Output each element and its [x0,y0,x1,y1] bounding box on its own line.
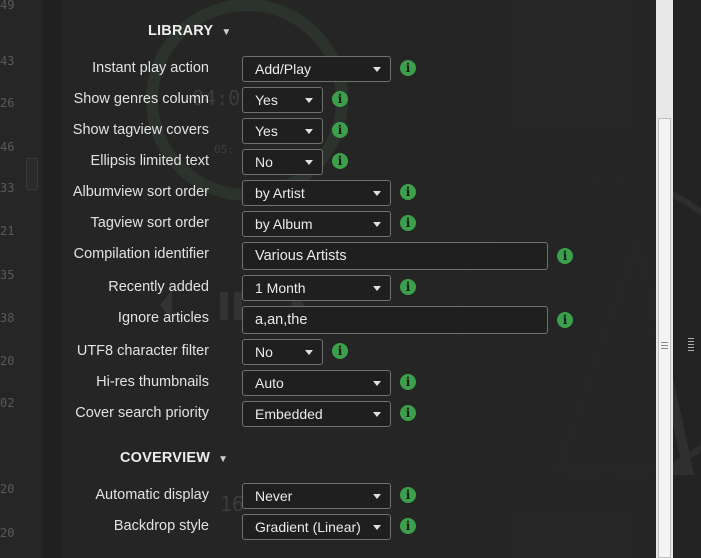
chevron-down-icon [373,222,381,227]
setting-label: Tagview sort order [90,215,209,231]
chevron-down-icon [373,412,381,417]
hi-res-thumbnails-select[interactable]: Auto [242,370,391,396]
setting-label: Albumview sort order [72,184,209,200]
info-icon[interactable]: i [557,248,573,264]
chevron-down-icon [373,286,381,291]
select-value: 1 Month [255,280,306,296]
backdrop-style-select[interactable]: Gradient (Linear) [242,514,391,540]
section-library-title: LIBRARY [148,23,214,39]
setting-label: Backdrop style [113,518,209,534]
automatic-display-select[interactable]: Never [242,483,391,509]
setting-label: Instant play action [92,60,209,76]
info-icon[interactable]: i [332,122,348,138]
ghost-number: 16 [220,492,245,516]
section-coverview-title: COVERVIEW [120,450,211,466]
select-value: by Album [255,216,313,232]
instant-play-action-select[interactable]: Add/Play [242,56,391,82]
info-icon[interactable]: i [400,184,416,200]
show-tagview-covers-select[interactable]: Yes [242,118,323,144]
select-value: Embedded [255,406,323,422]
info-icon[interactable]: i [400,60,416,76]
info-icon[interactable]: i [400,518,416,534]
scrollbar-grip-icon [661,342,668,351]
select-value: Never [255,488,293,504]
setting-label: Ellipsis limited text [90,153,209,169]
chevron-down-icon [305,350,313,355]
info-icon[interactable]: i [400,405,416,421]
info-icon[interactable]: i [332,153,348,169]
cover-search-priority-select[interactable]: Embedded [242,401,391,427]
chevron-down-icon [305,160,313,165]
select-value: by Artist [255,185,305,201]
select-value: Yes [255,123,278,139]
settings-panel: 04:0 05: 16 LIBRARY ▼ Instant play action… [62,0,656,558]
setting-label: Hi-res thumbnails [96,374,209,390]
chevron-down-icon [373,67,381,72]
chevron-down-icon [305,98,313,103]
show-genres-column-select[interactable]: Yes [242,87,323,113]
select-value: Yes [255,92,278,108]
info-icon[interactable]: i [332,343,348,359]
chevron-down-icon [373,191,381,196]
select-value: Add/Play [255,61,312,77]
select-value: Gradient (Linear) [255,519,361,535]
select-value: No [255,154,273,170]
compilation-identifier-input[interactable]: Various Artists [242,242,548,270]
setting-label: Recently added [108,279,209,295]
setting-label: Cover search priority [75,405,209,421]
info-icon[interactable]: i [400,374,416,390]
setting-label: Automatic display [95,487,209,503]
info-icon[interactable]: i [400,279,416,295]
setting-label: Show genres column [73,91,209,107]
select-value: No [255,344,273,360]
scrollbar-thumb[interactable] [658,118,671,558]
line-number: 46 [0,140,15,154]
info-icon[interactable]: i [400,487,416,503]
ellipsis-limited-text-select[interactable]: No [242,149,323,175]
select-value: Auto [255,375,284,391]
chevron-down-icon [305,129,313,134]
chevron-down-icon [373,525,381,530]
albumview-sort-order-select[interactable]: by Artist [242,180,391,206]
recently-added-select[interactable]: 1 Month [242,275,391,301]
section-coverview-header[interactable]: COVERVIEW ▼ [120,450,228,466]
section-library-header[interactable]: LIBRARY ▼ [148,23,231,39]
collapse-icon: ▼ [221,27,232,38]
utf8-character-filter-select[interactable]: No [242,339,323,365]
resize-grip-icon[interactable] [688,338,694,352]
collapse-icon: ▼ [218,454,229,465]
ghost-clock-sub: 05: [214,143,234,156]
setting-label: Ignore articles [117,310,209,326]
info-icon[interactable]: i [400,215,416,231]
info-icon[interactable]: i [332,91,348,107]
setting-label: Show tagview covers [72,122,209,138]
chevron-down-icon [373,494,381,499]
line-number: 49 [0,0,15,12]
tagview-sort-order-select[interactable]: by Album [242,211,391,237]
ignore-articles-input[interactable]: a,an,the [242,306,548,334]
info-icon[interactable]: i [557,312,573,328]
setting-label: UTF8 character filter [76,343,209,359]
setting-label: Compilation identifier [73,246,209,262]
chevron-down-icon [373,381,381,386]
